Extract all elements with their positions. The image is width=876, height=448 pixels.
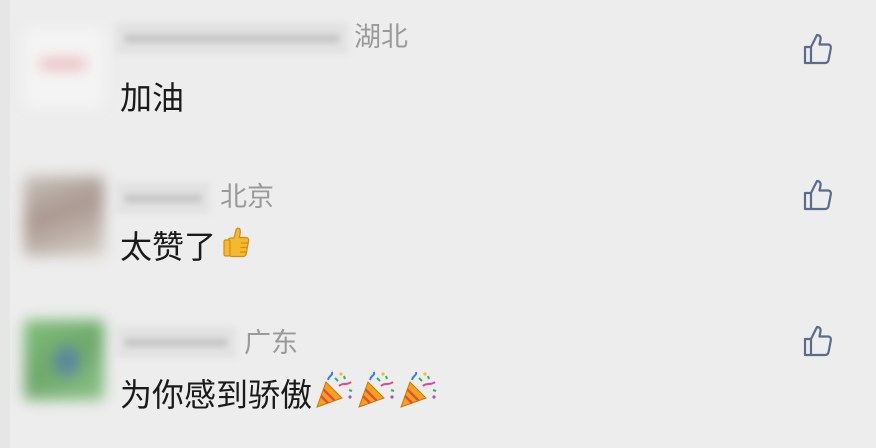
party-popper-emoji — [398, 370, 438, 419]
thumbs-up-emoji — [222, 225, 252, 268]
like-button[interactable] — [802, 32, 834, 66]
comment-text: 加油 — [120, 78, 184, 118]
avatar[interactable] — [24, 320, 104, 400]
comment-location: 北京 — [220, 182, 274, 213]
comment-location: 湖北 — [354, 22, 408, 53]
comment-location: 广东 — [244, 328, 298, 359]
comment-text-content: 太赞了 — [120, 227, 217, 266]
like-button[interactable] — [802, 324, 834, 358]
comment-text: 太赞了 — [120, 225, 252, 268]
username-blurred[interactable] — [116, 182, 210, 214]
comment-text: 为你感到骄傲 — [120, 370, 438, 419]
comment-text-content: 为你感到骄傲 — [120, 375, 313, 414]
avatar[interactable] — [24, 176, 104, 256]
username-blurred[interactable] — [116, 326, 236, 358]
party-popper-emoji — [356, 370, 396, 419]
thumbs-up-outline-icon — [803, 33, 833, 65]
thumbs-up-outline-icon — [803, 179, 833, 211]
username-blurred[interactable] — [116, 22, 348, 54]
thumbs-up-outline-icon — [803, 325, 833, 357]
comment-text-content: 加油 — [120, 79, 185, 117]
avatar[interactable] — [24, 28, 104, 108]
left-edge — [0, 0, 10, 448]
party-popper-emoji — [314, 370, 354, 419]
comment-list: 湖北 加油 北京 太赞了 广东 为你感到骄傲 — [0, 0, 876, 448]
like-button[interactable] — [802, 178, 834, 212]
